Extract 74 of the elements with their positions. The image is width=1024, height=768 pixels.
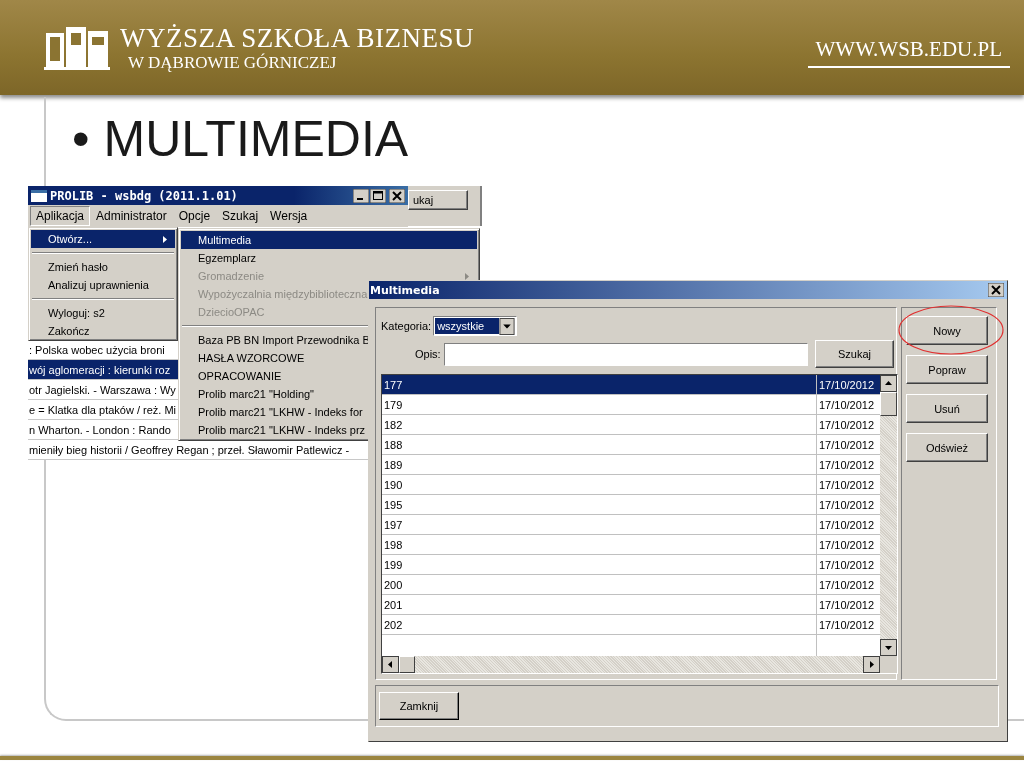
menu-item[interactable]: Administrator: [90, 205, 173, 226]
slide-title: MULTIMEDIA: [103, 112, 409, 167]
table-row[interactable]: 189 17/10/2012: [382, 455, 880, 475]
table-row[interactable]: 179 17/10/2012: [382, 395, 880, 415]
table-row[interactable]: 195 17/10/2012: [382, 495, 880, 515]
window-icon: [31, 189, 47, 202]
scroll-down-icon[interactable]: [880, 639, 897, 656]
menu-item[interactable]: Otwórz...: [31, 230, 175, 248]
submenu-arrow-icon: [465, 272, 469, 280]
table-row[interactable]: 199 17/10/2012: [382, 555, 880, 575]
category-dropdown[interactable]: wszystkie: [433, 316, 518, 336]
action-button[interactable]: Usuń: [906, 394, 988, 423]
table-cell-text: 200: [383, 578, 404, 593]
action-button[interactable]: Nowy: [906, 316, 988, 345]
menu-item[interactable]: Multimedia: [181, 231, 477, 249]
table-row[interactable]: 198 17/10/2012: [382, 535, 880, 555]
vertical-scrollbar[interactable]: [880, 375, 897, 656]
table-cell-text: 201: [383, 598, 404, 613]
horizontal-scrollbar[interactable]: [382, 656, 897, 673]
search-button[interactable]: ukaj: [408, 190, 468, 210]
window-title: PROLIB - wsbdg (2011.1.01): [50, 188, 238, 203]
action-button[interactable]: Odśwież: [906, 433, 988, 462]
scroll-up-icon[interactable]: [880, 375, 897, 392]
menu-item[interactable]: Aplikacja: [30, 205, 91, 226]
menu-item[interactable]: Analizuj uprawnienia: [31, 276, 175, 294]
table-cell-text: 195: [383, 498, 404, 513]
menu-item[interactable]: Zmień hasło: [31, 258, 175, 276]
table-row[interactable]: 201 17/10/2012: [382, 595, 880, 615]
table-cell-text: 182: [383, 418, 404, 433]
logo-icon: [44, 24, 110, 71]
scrollbar-corner: [880, 656, 897, 673]
search-button[interactable]: Szukaj: [815, 340, 894, 368]
scroll-thumb[interactable]: [880, 392, 897, 416]
website-url: WWW.WSB.EDU.PL: [807, 37, 1010, 68]
list-row[interactable]: wój aglomeracji : kierunki roz: [28, 360, 178, 380]
maximize-icon[interactable]: [370, 188, 386, 203]
table-cell-text: 202: [383, 618, 404, 633]
menu-item[interactable]: Szukaj: [216, 205, 265, 226]
table-cell-text: 197: [383, 518, 404, 533]
close-button[interactable]: Zamknij: [379, 692, 459, 720]
minimize-icon[interactable]: [353, 188, 369, 203]
scroll-thumb[interactable]: [399, 656, 415, 673]
table-cell-text: 199: [383, 558, 404, 573]
bullet: •: [72, 112, 90, 167]
school-name: WYŻSZA SZKOŁA BIZNESU: [120, 24, 474, 52]
table-row[interactable]: 188 17/10/2012: [382, 435, 880, 455]
table-row[interactable]: 197 17/10/2012: [382, 515, 880, 535]
close-icon[interactable]: [389, 188, 405, 203]
table-row[interactable]: 182 17/10/2012: [382, 415, 880, 435]
table-cell-text: 190: [383, 478, 404, 493]
table-row[interactable]: 200 17/10/2012: [382, 575, 880, 595]
action-button[interactable]: Popraw: [906, 355, 988, 384]
table-row[interactable]: 190 17/10/2012: [382, 475, 880, 495]
school-subtitle: W DĄBROWIE GÓRNICZEJ: [128, 53, 338, 71]
table-cell-text: 189: [383, 458, 404, 473]
dialog-title: Multimedia: [370, 283, 440, 297]
scroll-left-icon[interactable]: [382, 656, 399, 673]
menu-item[interactable]: Wersja: [264, 205, 314, 226]
menu-item[interactable]: Egzemplarz: [181, 249, 477, 267]
menu-item[interactable]: Zakończ: [31, 322, 175, 340]
table-row[interactable]: 202 17/10/2012: [382, 615, 880, 635]
close-icon[interactable]: [988, 283, 1004, 297]
table-cell-text: 179: [383, 398, 404, 413]
category-label: Kategoria:: [381, 320, 432, 332]
table-cell-text: 177: [383, 378, 404, 393]
description-label: Opis:: [415, 348, 441, 360]
description-field[interactable]: [443, 342, 809, 366]
menu-item[interactable]: Opcje: [172, 205, 217, 226]
menu-item[interactable]: Wyloguj: s2: [31, 304, 175, 322]
table-row[interactable]: 177 17/10/2012: [382, 375, 880, 395]
scroll-right-icon[interactable]: [863, 656, 880, 673]
table-cell-text: 198: [383, 538, 404, 553]
table-cell-text: 188: [383, 438, 404, 453]
submenu-arrow-icon: [163, 235, 167, 243]
